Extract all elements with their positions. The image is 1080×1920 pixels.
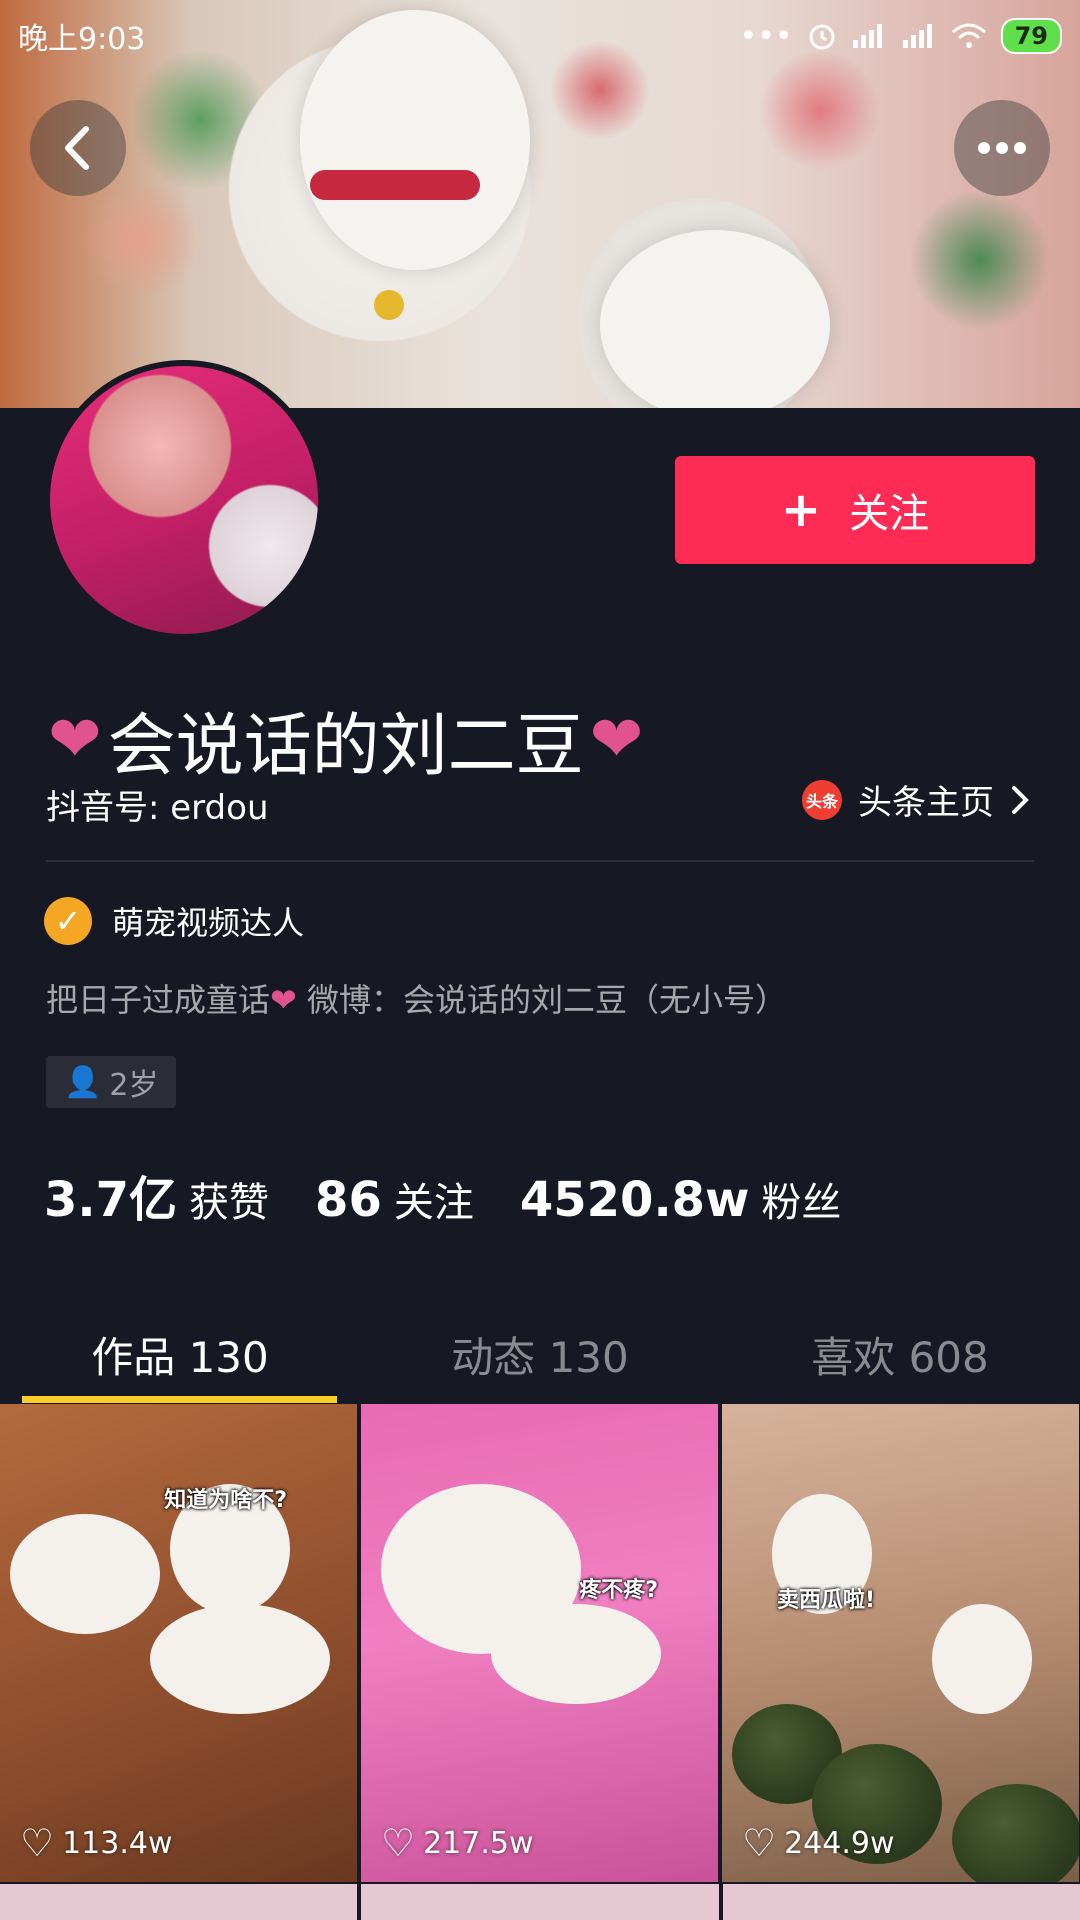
watermelon	[952, 1784, 1079, 1882]
status-icons: ••• 79	[739, 18, 1062, 54]
tab-works[interactable]: 作品 130	[0, 1306, 360, 1402]
tab-indicator	[22, 1396, 337, 1403]
likes-label: 获赞	[189, 1180, 270, 1226]
battery-icon: 79	[1000, 18, 1062, 54]
divider	[46, 860, 1034, 862]
signal-icon	[852, 24, 882, 48]
video-caption: 疼不疼?	[579, 1578, 658, 1603]
stats-row: 3.7亿 获赞 86 关注 4520.8w 粉丝	[44, 1160, 887, 1230]
video-grid: 知道为啥不? ♡ 113.4w 疼不疼? ♡ 217.5w 卖西瓜啦! ♡ 24…	[0, 1404, 1080, 1882]
toutiao-logo-icon: 头条	[802, 779, 842, 820]
tab-likes[interactable]: 喜欢 608	[720, 1306, 1080, 1402]
video-caption: 知道为啥不?	[164, 1488, 287, 1513]
video-likes: ♡ 113.4w	[20, 1824, 173, 1862]
verified-label: 萌宠视频达人	[112, 904, 305, 942]
followers-count[interactable]: 4520.8w	[520, 1172, 750, 1228]
signal-icon	[902, 24, 932, 48]
video-thumbnail-partial[interactable]	[361, 1884, 719, 1920]
video-thumbnail-partial[interactable]	[0, 1884, 358, 1920]
heart-outline-icon: ♡	[20, 1821, 55, 1865]
heart-outline-icon: ♡	[381, 1821, 416, 1865]
follow-button[interactable]: + 关注	[675, 456, 1035, 564]
video-thumbnail[interactable]: 知道为啥不? ♡ 113.4w	[0, 1404, 357, 1882]
person-icon: 👤	[64, 1064, 102, 1100]
toutiao-label: 头条主页	[858, 783, 994, 823]
status-time: 晚上9:03	[18, 22, 146, 57]
chevron-right-icon	[1012, 785, 1029, 814]
more-dots-icon	[978, 142, 1026, 154]
verified-badge: ✓ 萌宠视频达人	[44, 897, 304, 945]
heart-icon: ❤	[589, 702, 644, 777]
cat-figure	[932, 1604, 1032, 1714]
dots-icon: •••	[739, 18, 793, 54]
back-button[interactable]	[30, 100, 126, 196]
next-row-thumbnails	[0, 1884, 1080, 1920]
content-tabs: 作品 130 动态 130 喜欢 608	[0, 1306, 1080, 1402]
cover-cat	[600, 230, 830, 408]
cat-bell	[374, 290, 404, 320]
chevron-left-icon	[65, 126, 89, 170]
wifi-icon	[951, 23, 986, 48]
video-likes: ♡ 244.9w	[742, 1824, 895, 1862]
nickname-text: 会说话的刘二豆	[107, 707, 584, 786]
bio-suffix: 微博：会说话的刘二豆（无小号）	[296, 981, 788, 1019]
heart-outline-icon: ♡	[742, 1821, 777, 1865]
cat-figure	[10, 1514, 160, 1634]
video-likes-count: 244.9w	[784, 1825, 895, 1861]
video-caption: 卖西瓜啦!	[777, 1588, 876, 1613]
following-label[interactable]: 关注	[394, 1170, 474, 1228]
follow-label: 关注	[849, 491, 930, 537]
bio-prefix: 把日子过成童话	[46, 981, 271, 1019]
age-label: 2岁	[109, 1068, 159, 1103]
bio: 把日子过成童话❤ 微博：会说话的刘二豆（无小号）	[46, 975, 787, 1021]
cat-figure	[491, 1604, 661, 1704]
toutiao-link[interactable]: 头条 头条主页	[802, 775, 1030, 824]
video-likes-count: 217.5w	[423, 1825, 534, 1861]
alarm-icon	[809, 24, 835, 50]
nickname: ❤ 会说话的刘二豆 ❤	[48, 690, 643, 789]
video-likes-count: 113.4w	[62, 1825, 173, 1861]
following-count[interactable]: 86	[315, 1172, 382, 1228]
video-thumbnail[interactable]: 疼不疼? ♡ 217.5w	[361, 1404, 718, 1882]
cat-collar	[310, 170, 480, 200]
plus-icon: +	[780, 482, 822, 538]
video-thumbnail-partial[interactable]	[722, 1884, 1080, 1920]
followers-label[interactable]: 粉丝	[761, 1170, 841, 1228]
tab-moments[interactable]: 动态 130	[360, 1306, 720, 1402]
cat-figure	[150, 1604, 330, 1714]
heart-icon: ❤	[48, 702, 102, 777]
heart-icon: ❤	[270, 981, 297, 1019]
status-bar: 晚上9:03 ••• 79	[0, 0, 1080, 72]
likes-count: 3.7亿	[44, 1172, 178, 1228]
video-likes: ♡ 217.5w	[381, 1824, 534, 1862]
avatar[interactable]	[44, 360, 324, 640]
video-thumbnail[interactable]: 卖西瓜啦! ♡ 244.9w	[722, 1404, 1079, 1882]
age-tag: 👤 2岁	[46, 1056, 177, 1108]
more-button[interactable]	[954, 100, 1050, 196]
douyin-id: 抖音号: erdou	[46, 788, 269, 828]
verified-check-icon: ✓	[44, 897, 92, 945]
